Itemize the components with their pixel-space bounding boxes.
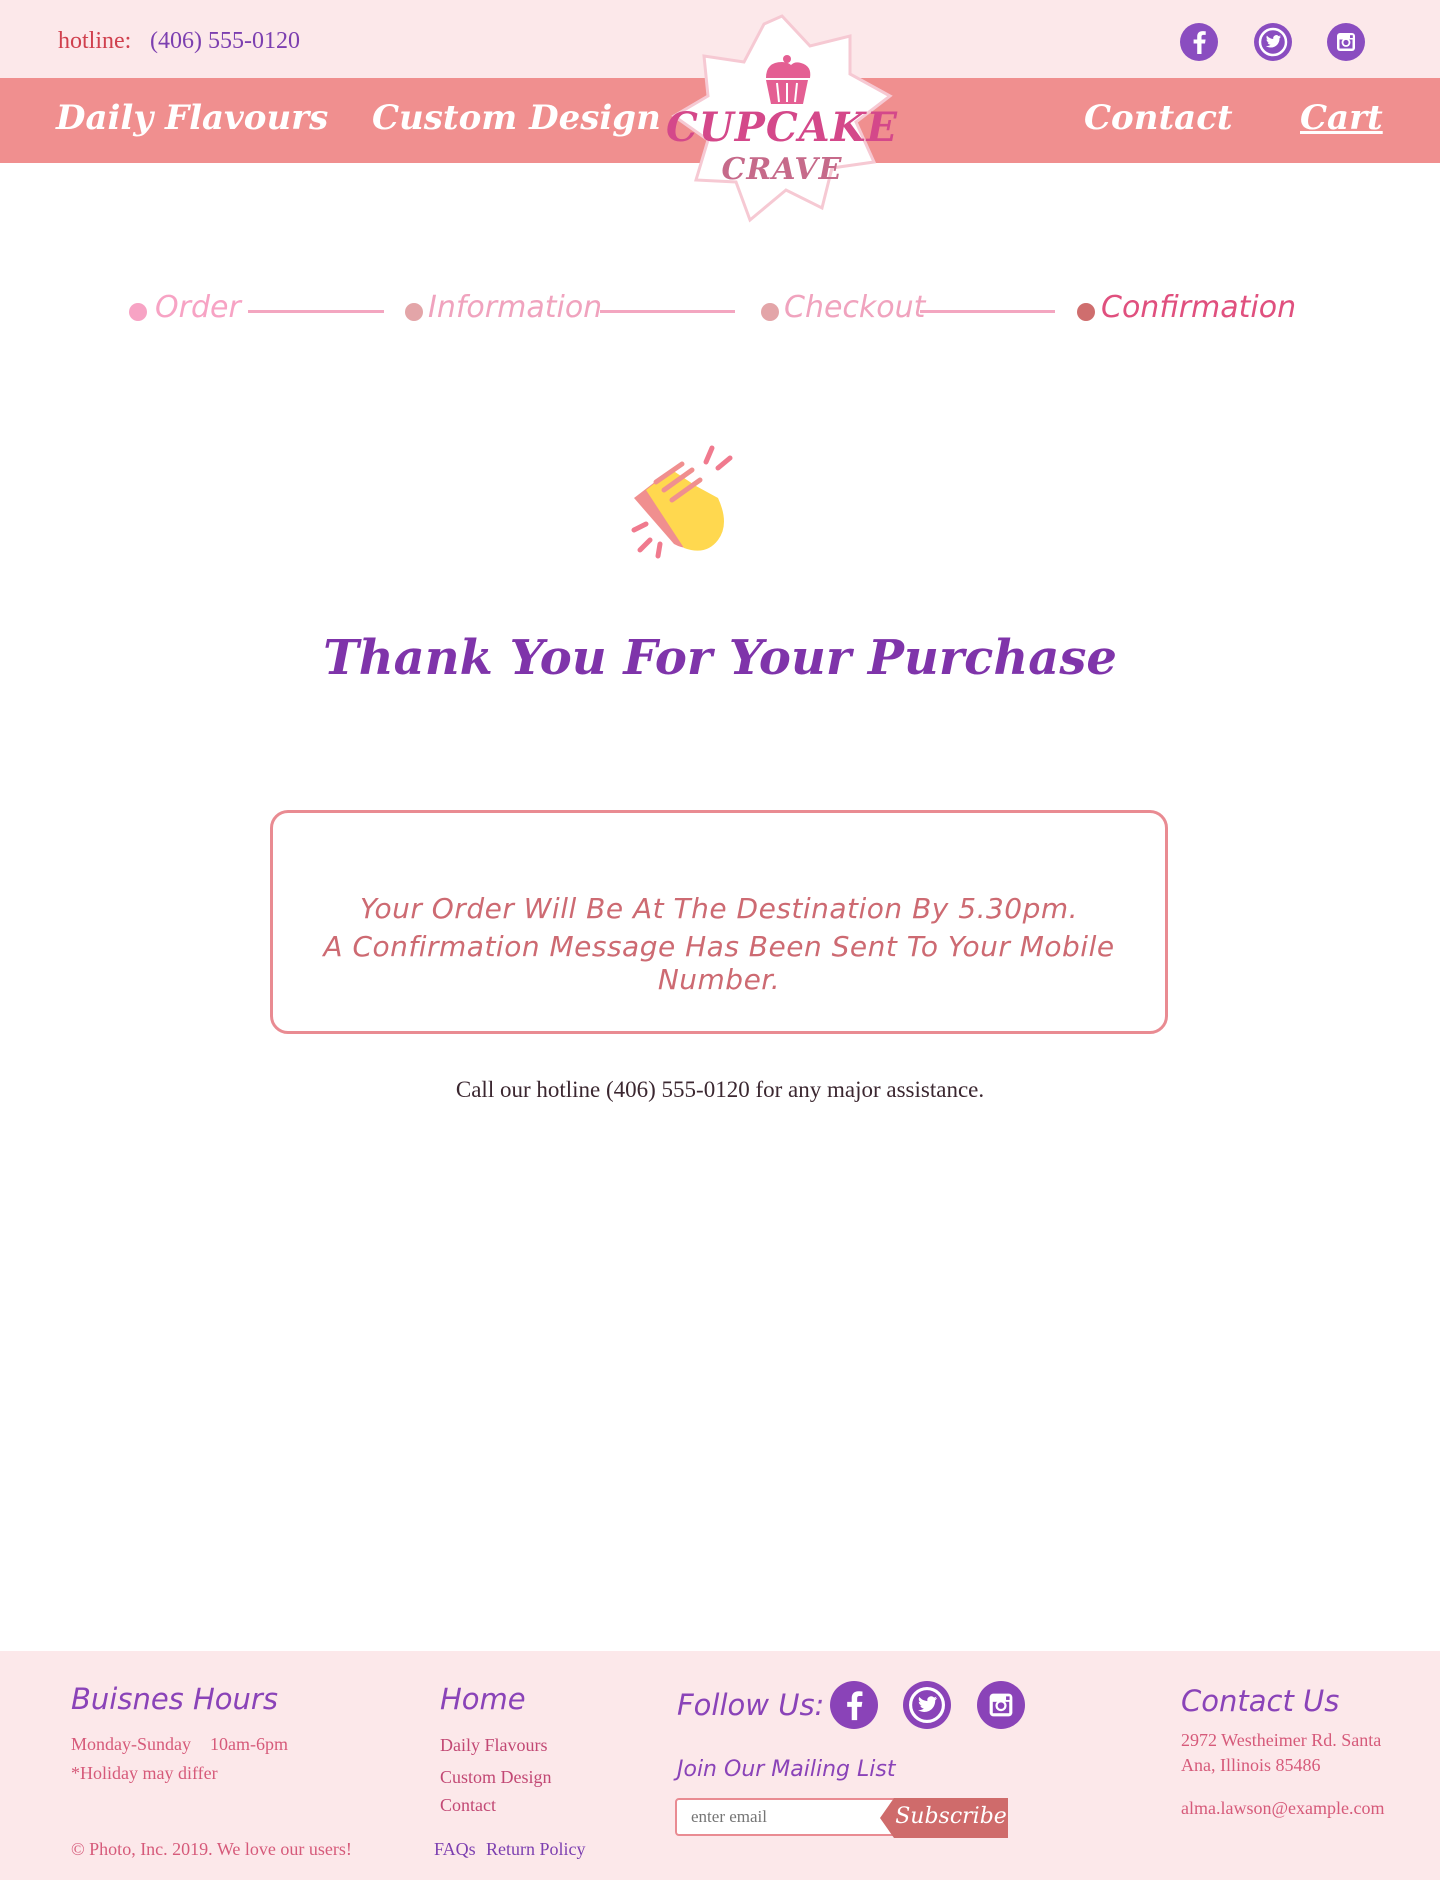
assistance-text: Call our hotline (406) 555-0120 for any … [455,1077,985,1102]
footer-link-contact[interactable]: Contact [440,1795,496,1816]
hours-days: Monday-Sunday [71,1734,191,1754]
step-confirmation-dot [1077,303,1095,321]
logo-text-crave: CRAVE [721,152,843,187]
contact-email[interactable]: alma.lawson@example.com [1181,1798,1385,1819]
address-line-2: Ana, Illinois 85486 [1181,1755,1321,1775]
footer-follow-title: Follow Us: [677,1688,825,1722]
nav-custom-design[interactable]: Custom Design [372,98,661,138]
footer-contact-title: Contact Us [1181,1684,1340,1718]
message-line-sms: A Confirmation Message Has Been Sent To … [323,930,1115,996]
page-title: Thank You For Your Purchase [323,630,1117,686]
twitter-icon[interactable] [1254,23,1292,61]
footer-hours-title: Buisnes Hours [71,1682,278,1716]
hours-time: 10am-6pm [210,1734,288,1754]
step-connector [600,310,735,313]
footer-home-title[interactable]: Home [440,1682,526,1716]
nav-contact[interactable]: Contact [1084,98,1233,138]
holiday-note: *Holiday may differ [71,1763,218,1783]
step-information-dot [405,303,423,321]
cupcake-crave-logo[interactable]: CUPCAKE CRAVE [662,12,902,226]
footer-twitter-icon[interactable] [903,1681,951,1729]
step-confirmation-label: Confirmation [1101,290,1297,325]
footer-link-daily-flavours[interactable]: Daily Flavours [440,1735,548,1756]
instagram-icon[interactable] [1327,23,1365,61]
message-line-delivery: Your Order Will Be At The Destination By… [359,892,1079,925]
nav-daily-flavours[interactable]: Daily Flavours [56,98,328,138]
step-order-label: Order [155,290,241,325]
address-line-1: 2972 Westheimer Rd. Santa [1181,1730,1382,1750]
mailing-list-title: Join Our Mailing List [677,1757,896,1782]
facebook-icon[interactable] [1180,23,1218,61]
copyright: © Photo, Inc. 2019. We love our users! [71,1839,352,1859]
subscribe-label: Subscribe [895,1804,1007,1829]
footer-link-faqs[interactable]: FAQs [434,1839,476,1860]
hotline-number[interactable]: (406) 555-0120 [150,28,300,55]
step-checkout-label: Checkout [784,290,926,325]
logo-text-cupcake: CUPCAKE [666,104,898,151]
subscribe-button[interactable]: Subscribe [880,1798,1008,1838]
step-information-label: Information [428,290,603,325]
step-connector [920,310,1055,313]
step-order-dot [129,303,147,321]
step-checkout-dot [761,303,779,321]
footer-link-custom-design[interactable]: Custom Design [440,1767,552,1788]
footer-link-return-policy[interactable]: Return Policy [486,1839,586,1860]
email-input[interactable] [675,1798,915,1836]
clapping-hands-icon [626,444,746,560]
hotline-label: hotline: [58,28,132,54]
footer-instagram-icon[interactable] [977,1681,1025,1729]
step-connector [248,310,384,313]
footer-facebook-icon[interactable] [830,1681,878,1729]
nav-cart[interactable]: Cart [1300,98,1383,138]
